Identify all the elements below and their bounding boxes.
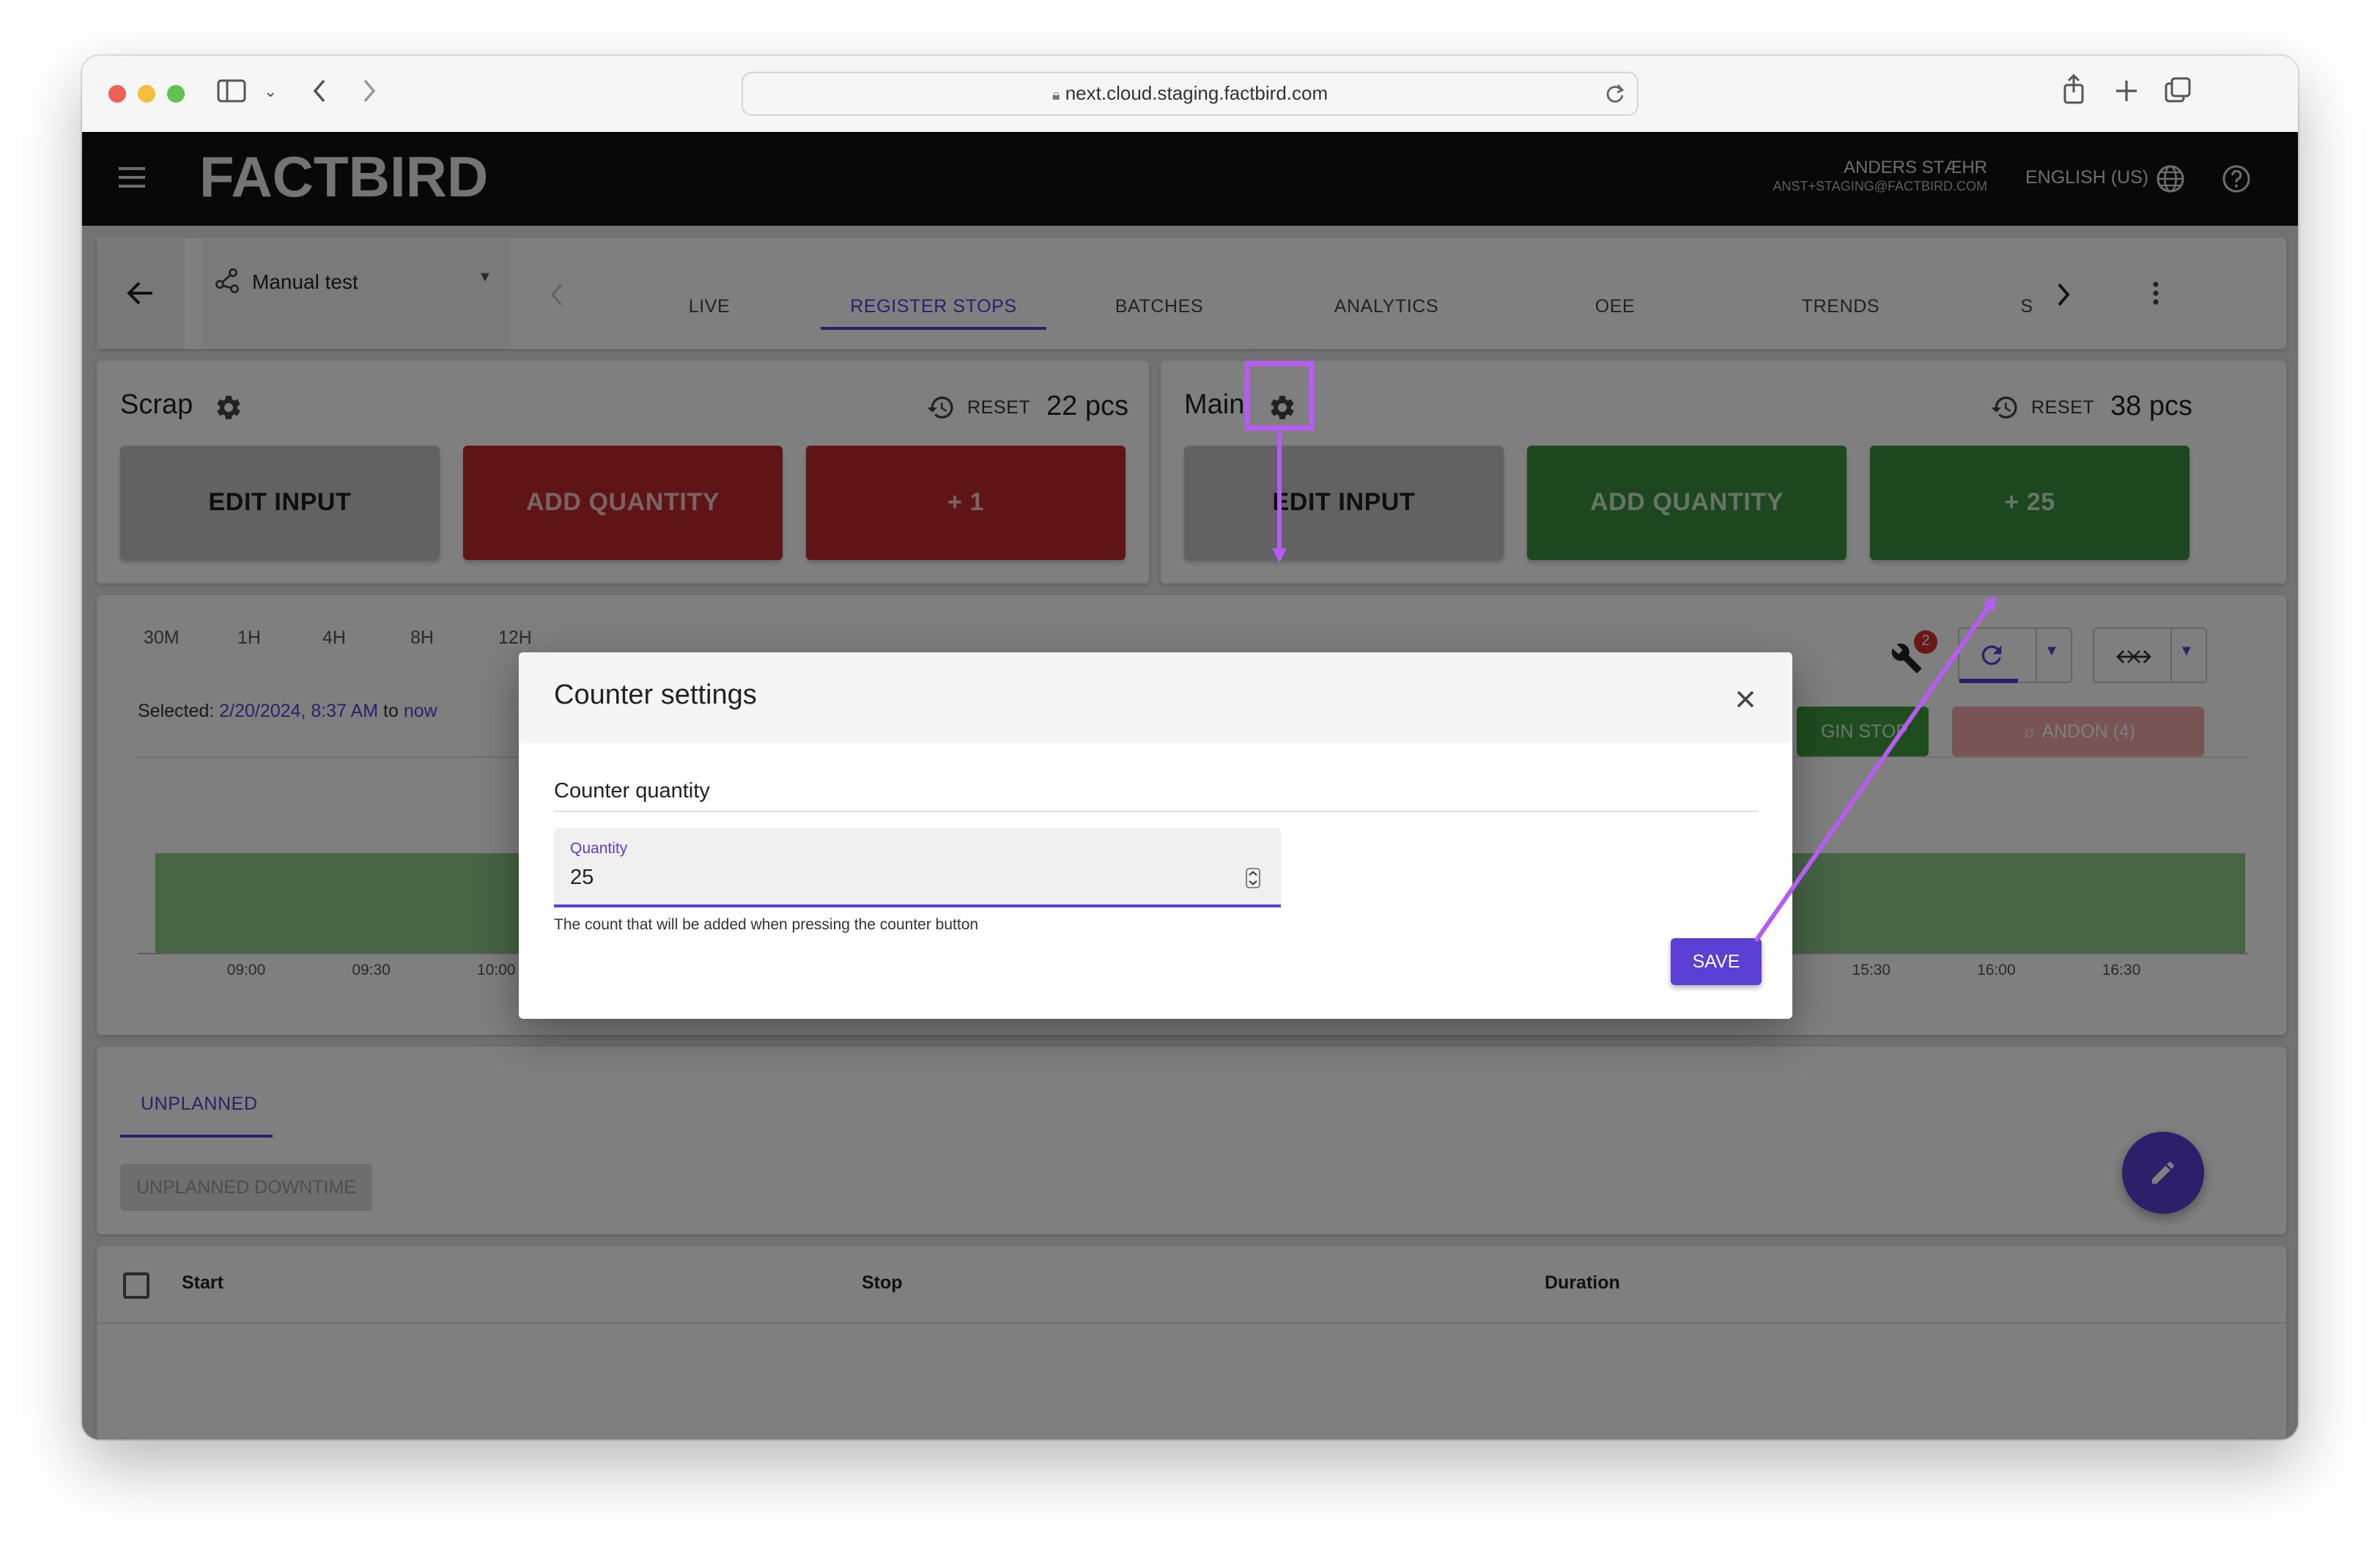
maximize-window-button[interactable] bbox=[167, 85, 185, 103]
arrow-to-plus-button bbox=[1753, 595, 1997, 943]
back-arrow-icon[interactable] bbox=[311, 78, 328, 104]
address-bar[interactable]: 🔒︎ next.cloud.staging.factbird.com bbox=[742, 72, 1638, 116]
browser-window: ⌄ 🔒︎ next.cloud.staging.factbird.com FAC… bbox=[82, 56, 2298, 1440]
sidebar-toggle-icon[interactable] bbox=[217, 79, 246, 103]
share-icon[interactable] bbox=[2061, 73, 2087, 106]
url-text: next.cloud.staging.factbird.com bbox=[1065, 82, 1328, 104]
lock-icon: 🔒︎ bbox=[1052, 88, 1060, 104]
tab-overview-icon[interactable] bbox=[2163, 76, 2192, 106]
reload-icon[interactable] bbox=[1605, 84, 1625, 104]
close-window-button[interactable] bbox=[108, 85, 126, 103]
app-root: FACTBIRD ANDERS STÆHR ANST+STAGING@FACTB… bbox=[82, 132, 2298, 1440]
forward-arrow-icon[interactable] bbox=[361, 78, 378, 104]
browser-toolbar: ⌄ 🔒︎ next.cloud.staging.factbird.com bbox=[82, 56, 2298, 133]
new-tab-icon[interactable] bbox=[2113, 78, 2140, 104]
annotation-layer bbox=[1244, 361, 1997, 943]
chevron-down-icon[interactable]: ⌄ bbox=[264, 78, 277, 107]
highlight-box-gear bbox=[1244, 361, 1315, 431]
minimize-window-button[interactable] bbox=[138, 85, 155, 103]
